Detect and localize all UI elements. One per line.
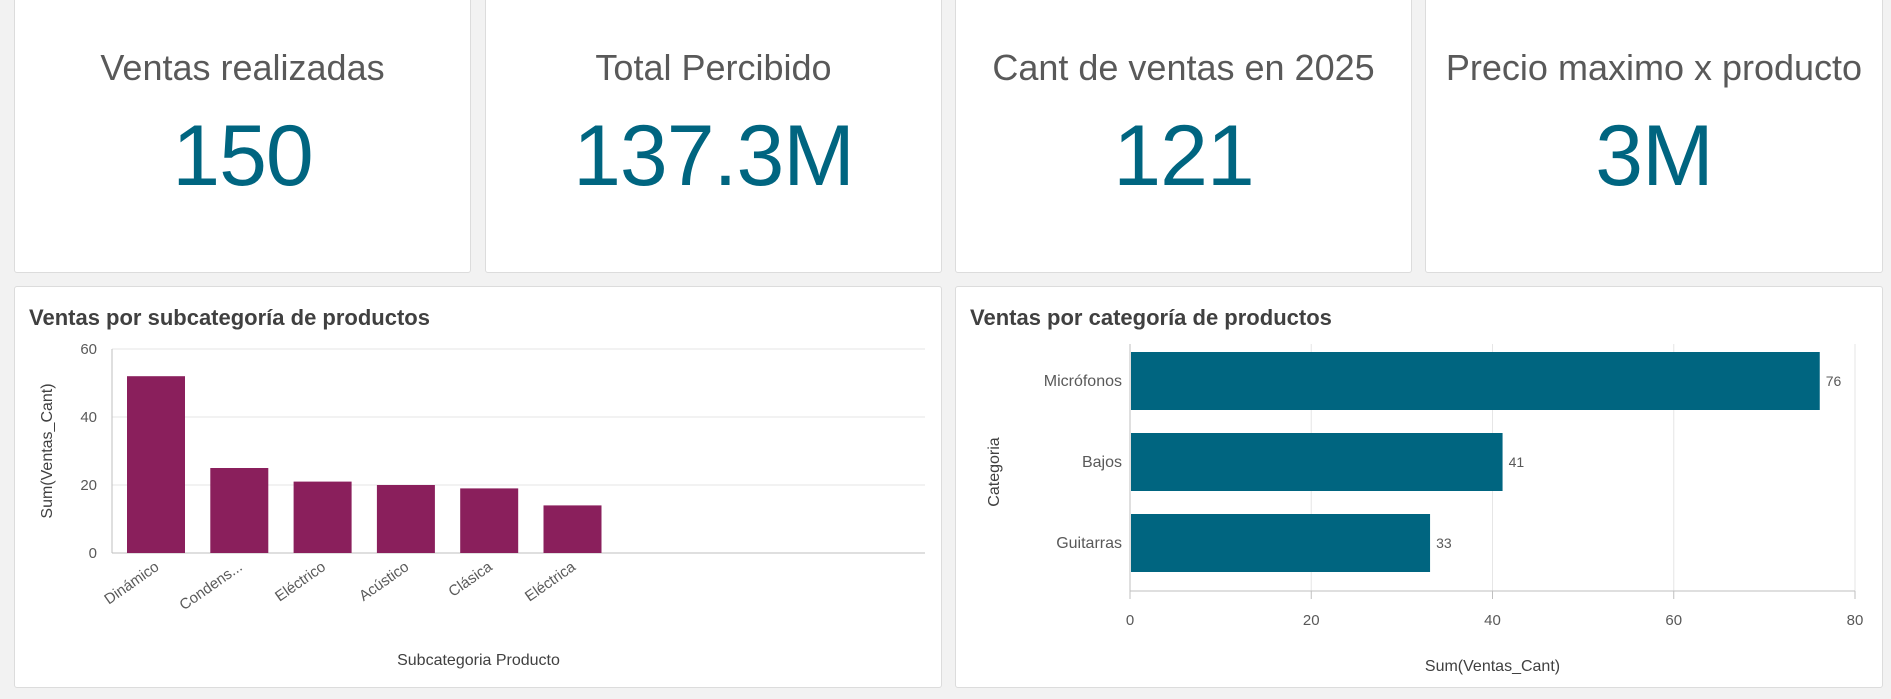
y-tick-label: Micrófonos: [1044, 373, 1122, 390]
x-axis-title: Subcategoria Producto: [397, 652, 560, 669]
x-tick-label: Eléctrico: [272, 558, 329, 605]
bar: [210, 468, 269, 553]
y-axis-title: Sum(Ventas_Cant): [39, 383, 56, 518]
kpi-title: Ventas realizadas: [100, 47, 385, 88]
y-tick-label: 60: [80, 341, 97, 358]
y-tick-label: 40: [80, 409, 97, 426]
kpi-card-ventas-realizadas[interactable]: Ventas realizadas 150: [14, 0, 471, 273]
x-tick-label: 20: [1303, 612, 1320, 629]
y-tick-label: 20: [80, 477, 97, 494]
kpi-value: 137.3M: [573, 108, 855, 204]
categoria-bar-chart: 0 20 40 60 80 Micrófonos 76 Bajos 41 Guitarras 33 S…: [986, 344, 1864, 675]
kpi-card-precio-maximo[interactable]: Precio maximo x producto 3M: [1425, 0, 1883, 273]
x-tick-label: Dinámico: [101, 558, 162, 608]
kpi-title: Total Percibido: [595, 47, 832, 88]
bar: [543, 505, 602, 553]
x-tick-label: Condens...: [176, 558, 245, 614]
bar: [293, 481, 352, 553]
data-label: 33: [1436, 535, 1452, 551]
y-tick-label: 0: [89, 545, 97, 562]
kpi-card-total-percibido[interactable]: Total Percibido 137.3M: [485, 0, 942, 273]
bar: [1131, 514, 1431, 572]
x-tick-label: 60: [1665, 612, 1682, 629]
bar: [460, 488, 519, 553]
x-tick-label: 0: [1126, 612, 1134, 629]
y-tick-label: Guitarras: [1056, 535, 1122, 552]
kpi-value: 121: [1113, 108, 1255, 204]
x-tick-label: 80: [1847, 612, 1864, 629]
kpi-title: Precio maximo x producto: [1445, 47, 1863, 88]
bar: [127, 376, 185, 553]
x-tick-label: Clásica: [445, 558, 496, 601]
kpi-value: 150: [172, 108, 314, 204]
x-tick-label: 40: [1484, 612, 1501, 629]
x-tick-label: Eléctrica: [522, 558, 579, 605]
chart-card-subcategoria[interactable]: Ventas por subcategoría de productos 0 20…: [14, 286, 942, 688]
y-tick-label: Bajos: [1082, 454, 1122, 471]
subcategoria-bar-chart: 0 20 40 60 Dinámico Condens... Eléctrico Acústi…: [39, 341, 925, 669]
data-label: 76: [1826, 373, 1842, 389]
bar: [1131, 352, 1820, 410]
kpi-title: Cant de ventas en 2025: [992, 47, 1375, 88]
kpi-card-cant-ventas-2025[interactable]: Cant de ventas en 2025 121: [955, 0, 1412, 273]
x-axis-title: Sum(Ventas_Cant): [1425, 658, 1560, 675]
bar: [1131, 433, 1503, 491]
chart-card-categoria[interactable]: Ventas por categoría de productos 0 20 40 6…: [955, 286, 1883, 688]
kpi-value: 3M: [1595, 108, 1713, 204]
bar: [376, 485, 435, 553]
y-axis-title: Categoria: [986, 437, 1003, 506]
x-tick-label: Acústico: [356, 558, 412, 604]
data-label: 41: [1509, 454, 1525, 470]
